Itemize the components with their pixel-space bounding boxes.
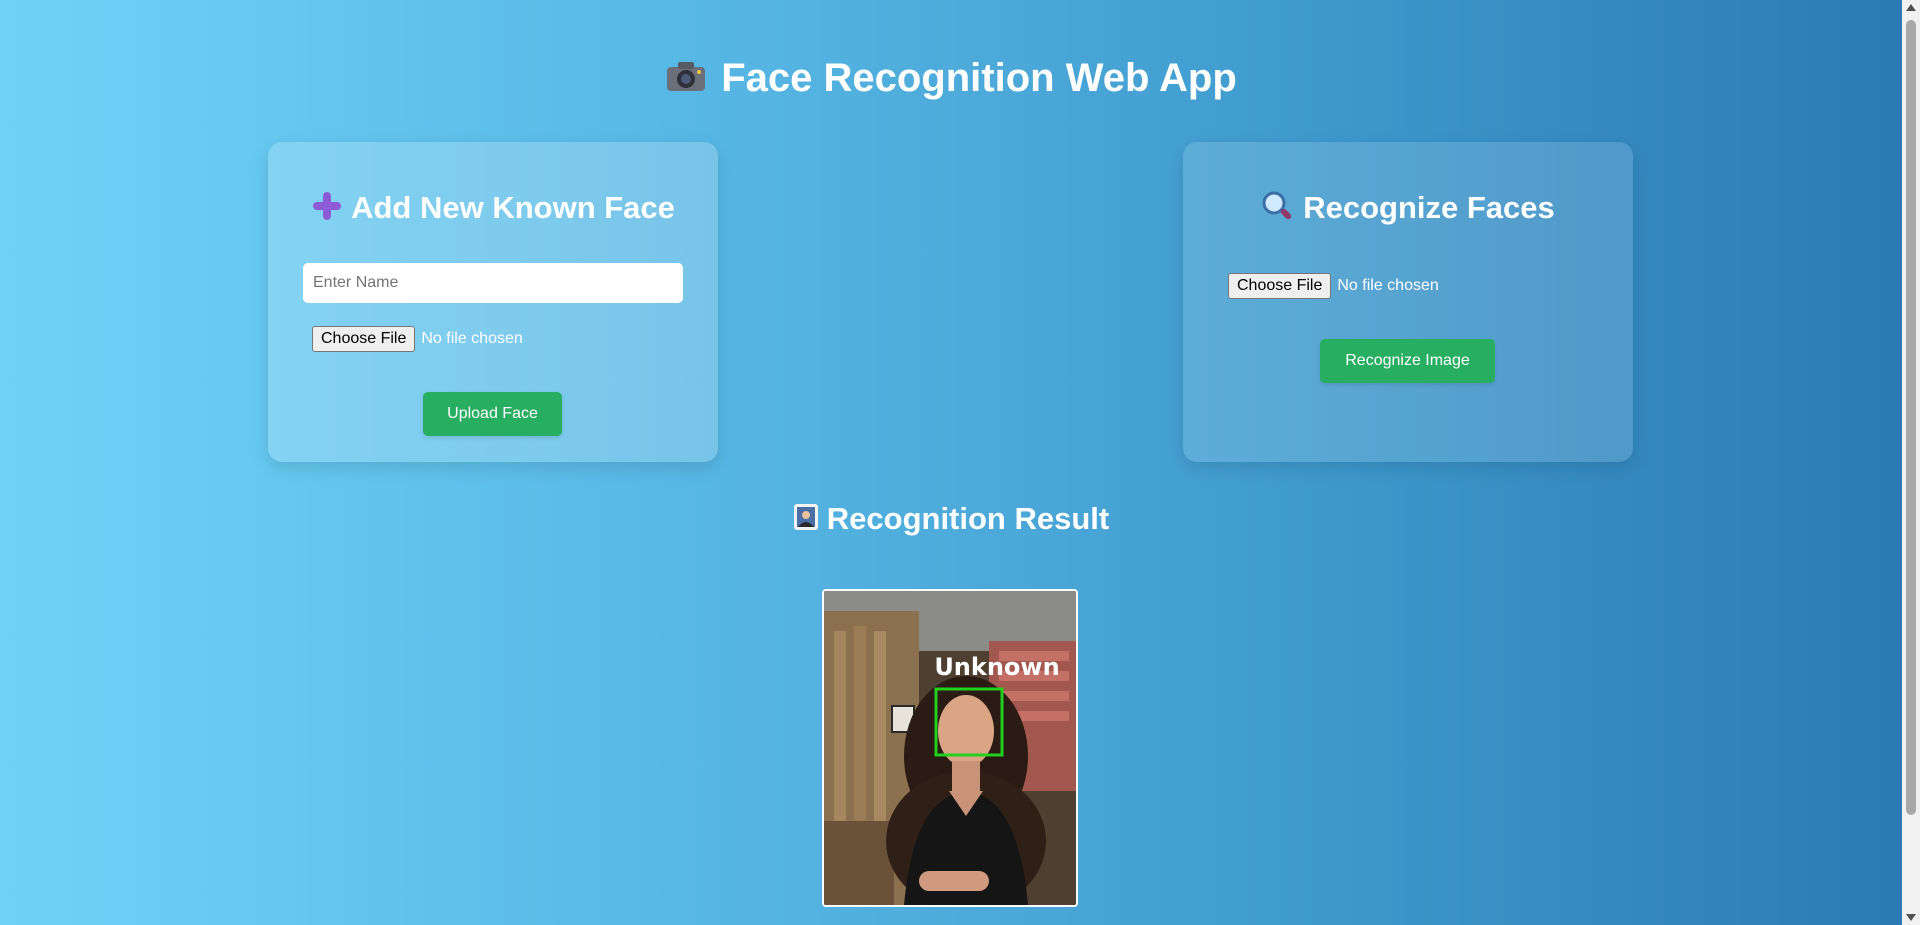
- page-title: Face Recognition Web App: [0, 56, 1902, 103]
- scroll-thumb[interactable]: [1906, 20, 1916, 815]
- choose-file-button[interactable]: Choose File: [312, 326, 416, 352]
- image-frame-icon: [793, 503, 819, 539]
- page-title-text: Face Recognition Web App: [721, 56, 1237, 100]
- scroll-up-icon[interactable]: [1906, 4, 1916, 11]
- add-face-title: Add New Known Face: [268, 190, 718, 230]
- recognize-image-button[interactable]: Recognize Image: [1320, 339, 1495, 383]
- upload-face-button[interactable]: Upload Face: [423, 392, 562, 436]
- recognize-card: Recognize Faces Choose File No file chos…: [1183, 142, 1633, 462]
- name-input[interactable]: [303, 263, 683, 303]
- result-title: Recognition Result: [0, 501, 1902, 539]
- result-title-text: Recognition Result: [826, 501, 1110, 536]
- recognize-file-input[interactable]: Choose File No file chosen: [1228, 273, 1439, 299]
- add-face-title-text: Add New Known Face: [351, 190, 675, 226]
- result-image: Unknown: [822, 589, 1078, 907]
- camera-icon: [665, 58, 707, 103]
- vertical-scrollbar[interactable]: [1902, 0, 1920, 925]
- add-face-card: Add New Known Face Choose File No file c…: [268, 142, 718, 462]
- magnifier-icon: [1261, 190, 1293, 230]
- face-label: Unknown: [934, 653, 1059, 681]
- scroll-down-icon[interactable]: [1906, 914, 1916, 921]
- add-face-file-input[interactable]: Choose File No file chosen: [312, 326, 523, 352]
- recognize-title: Recognize Faces: [1183, 190, 1633, 230]
- file-status: No file chosen: [421, 330, 523, 347]
- recognize-title-text: Recognize Faces: [1303, 190, 1555, 226]
- plus-icon: [311, 190, 343, 230]
- choose-file-button[interactable]: Choose File: [1228, 273, 1332, 299]
- file-status: No file chosen: [1337, 277, 1439, 294]
